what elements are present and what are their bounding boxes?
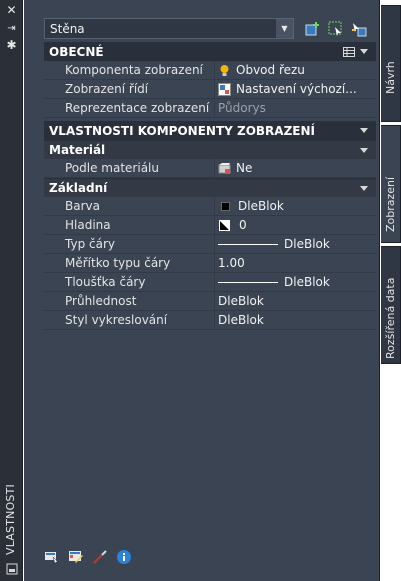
property-name: Tloušťka čáry	[60, 273, 215, 291]
category-material-label: Materiál	[49, 143, 106, 157]
category-display-component-label: VLASTNOSTI KOMPONENTY ZOBRAZENÍ	[49, 123, 315, 138]
edit-properties-icon[interactable]	[68, 549, 84, 565]
select-objects-icon[interactable]	[349, 19, 368, 38]
auto-hide-icon[interactable]: ⇥	[5, 22, 18, 35]
property-name: Komponenta zobrazení	[60, 61, 215, 79]
collapse-icon[interactable]	[360, 128, 368, 133]
tab-display-label: Zobrazení	[384, 176, 397, 232]
palette-tabs: Návrh Zobrazení Rozšířená data	[381, 0, 401, 581]
property-value[interactable]: DleBlok	[215, 197, 376, 215]
property-row[interactable]: Typ čáry DleBlok	[44, 235, 376, 254]
property-value[interactable]: 0	[215, 216, 376, 234]
property-row[interactable]: Tloušťka čáry DleBlok	[44, 273, 376, 292]
property-row[interactable]: Komponenta zobrazení Obvod řezu	[44, 61, 376, 80]
property-value[interactable]: 1.00	[215, 254, 376, 272]
chevron-down-icon[interactable]: ▼	[276, 19, 293, 38]
property-row[interactable]: Reprezentace zobrazení Půdorys	[44, 99, 376, 118]
property-name: Průhlednost	[60, 292, 215, 310]
palette-title: VLASTNOSTI	[4, 484, 17, 555]
table-icon[interactable]	[343, 46, 355, 60]
settings-icon[interactable]: ✱	[5, 39, 18, 52]
main-panel: Stěna ▼ OBECNÉ Komponenta zobrazení Obvo…	[24, 0, 380, 581]
close-icon[interactable]: ✕	[5, 4, 18, 17]
tab-design[interactable]: Návrh	[381, 5, 401, 122]
property-row[interactable]: Podle materiálu Ne	[44, 159, 376, 178]
display-setting-icon	[218, 82, 231, 96]
property-name: Styl vykreslování	[60, 311, 215, 329]
dropdown-value: Stěna	[50, 21, 85, 36]
palette-title-strip: ✕ ⇥ ✱ VLASTNOSTI	[0, 0, 23, 581]
property-grid: OBECNÉ Komponenta zobrazení Obvod řezu Z…	[44, 42, 376, 330]
property-row[interactable]: Měřítko typu čáry 1.00	[44, 254, 376, 273]
bottom-toolbar	[44, 549, 132, 565]
property-name: Podle materiálu	[60, 159, 215, 177]
property-row[interactable]: Barva DleBlok	[44, 197, 376, 216]
property-row[interactable]: Styl vykreslování DleBlok	[44, 311, 376, 330]
collapse-icon[interactable]	[360, 186, 368, 191]
lightbulb-icon	[220, 64, 229, 76]
property-value[interactable]: DleBlok	[215, 235, 376, 253]
quick-select-icon[interactable]	[326, 19, 345, 38]
lineweight-preview	[218, 281, 278, 283]
property-name: Typ čáry	[60, 235, 215, 253]
add-to-selection-icon[interactable]	[303, 19, 322, 38]
property-value: Půdorys	[215, 99, 376, 117]
properties-palette: ✕ ⇥ ✱ VLASTNOSTI Stěna ▼ OBECNÉ Komponen…	[0, 0, 401, 581]
property-value[interactable]: DleBlok	[215, 273, 376, 291]
info-icon[interactable]	[116, 549, 132, 565]
category-basic[interactable]: Základní	[44, 178, 376, 197]
material-icon	[218, 162, 231, 174]
tab-design-label: Návrh	[384, 61, 397, 94]
layer-icon	[219, 219, 230, 231]
linetype-preview	[218, 243, 278, 245]
palette-menu-icon[interactable]	[5, 563, 18, 576]
category-material[interactable]: Materiál	[44, 140, 376, 159]
property-row[interactable]: Zobrazení řídí Nastavení výchozí...	[44, 80, 376, 99]
property-name: Zobrazení řídí	[60, 80, 215, 98]
property-name: Hladina	[60, 216, 215, 234]
category-general[interactable]: OBECNÉ	[44, 42, 376, 61]
color-swatch-icon	[221, 201, 230, 211]
category-basic-label: Základní	[49, 181, 108, 195]
property-value[interactable]: Ne	[215, 159, 376, 177]
tab-extended-data-label: Rozšířená data	[384, 277, 397, 359]
category-general-label: OBECNÉ	[49, 44, 104, 59]
property-value[interactable]: DleBlok	[215, 292, 376, 310]
property-name: Měřítko typu čáry	[60, 254, 215, 272]
property-row[interactable]: Průhlednost DleBlok	[44, 292, 376, 311]
property-name: Reprezentace zobrazení	[60, 99, 215, 117]
tab-display[interactable]: Zobrazení	[381, 125, 401, 243]
object-type-dropdown[interactable]: Stěna ▼	[44, 18, 294, 39]
category-display-component[interactable]: VLASTNOSTI KOMPONENTY ZOBRAZENÍ	[44, 121, 376, 140]
collapse-icon[interactable]	[360, 49, 368, 54]
match-properties-icon[interactable]	[92, 549, 108, 565]
select-object-icon[interactable]	[44, 549, 60, 565]
property-value[interactable]: Obvod řezu	[215, 61, 376, 79]
property-row[interactable]: Hladina 0	[44, 216, 376, 235]
tab-extended-data[interactable]: Rozšířená data	[381, 246, 401, 364]
collapse-icon[interactable]	[360, 148, 368, 153]
property-name: Barva	[60, 197, 215, 215]
property-value[interactable]: DleBlok	[215, 311, 376, 329]
property-value[interactable]: Nastavení výchozí...	[215, 80, 376, 98]
